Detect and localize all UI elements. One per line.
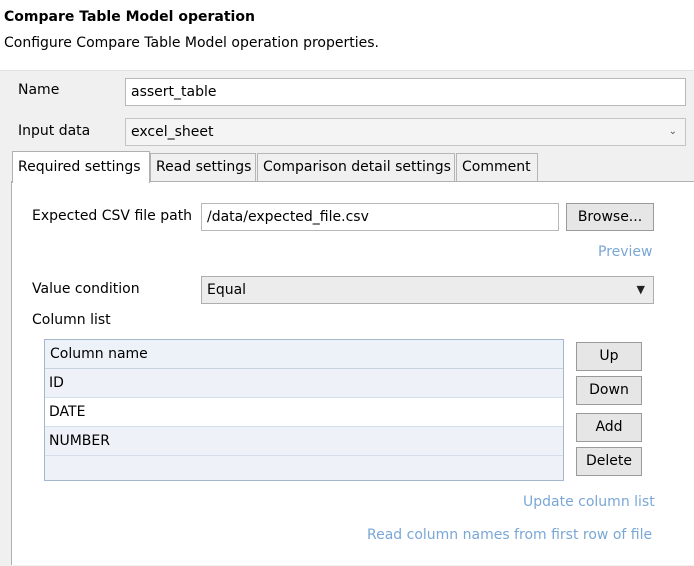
tab-read-settings[interactable]: Read settings (150, 153, 256, 182)
delete-button[interactable]: Delete (576, 447, 642, 476)
column-list-label: Column list (32, 312, 111, 328)
csv-path-input[interactable]: /data/expected_file.csv (201, 203, 559, 231)
table-row[interactable]: NUMBER (45, 427, 563, 456)
name-label: Name (18, 82, 60, 98)
add-button[interactable]: Add (576, 413, 642, 442)
caret-down-icon: ▼ (636, 283, 645, 296)
value-condition-select[interactable]: Equal ▼ (201, 276, 654, 304)
page-subtitle: Configure Compare Table Model operation … (4, 35, 379, 51)
table-row[interactable]: DATE (45, 398, 563, 427)
tab-comment[interactable]: Comment (456, 153, 538, 182)
input-data-label: Input data (18, 123, 91, 139)
read-column-names-link[interactable]: Read column names from first row of file (367, 527, 652, 543)
update-column-list-link[interactable]: Update column list (523, 494, 655, 510)
value-condition-value: Equal (207, 282, 247, 298)
csv-path-label: Expected CSV file path (32, 208, 193, 224)
column-header[interactable]: Column name (45, 340, 563, 369)
input-data-value: excel_sheet (131, 124, 214, 140)
tab-comparison-detail-settings[interactable]: Comparison detail settings (257, 153, 455, 182)
value-condition-label: Value condition (32, 281, 140, 297)
table-row[interactable]: ID (45, 369, 563, 398)
down-button[interactable]: Down (576, 376, 642, 405)
tab-required-settings[interactable]: Required settings (12, 151, 150, 183)
input-data-select[interactable]: excel_sheet ⌄ (125, 118, 686, 146)
csv-path-value: /data/expected_file.csv (207, 209, 369, 225)
table-row-empty (45, 456, 563, 480)
browse-button[interactable]: Browse... (566, 203, 654, 231)
chevron-down-icon: ⌄ (668, 126, 677, 137)
page-title: Compare Table Model operation (4, 9, 255, 25)
up-button[interactable]: Up (576, 342, 642, 371)
column-table: Column name ID DATE NUMBER (44, 339, 564, 481)
preview-link[interactable]: Preview (598, 244, 653, 260)
name-value: assert_table (131, 84, 217, 100)
name-input[interactable]: assert_table (125, 78, 686, 106)
